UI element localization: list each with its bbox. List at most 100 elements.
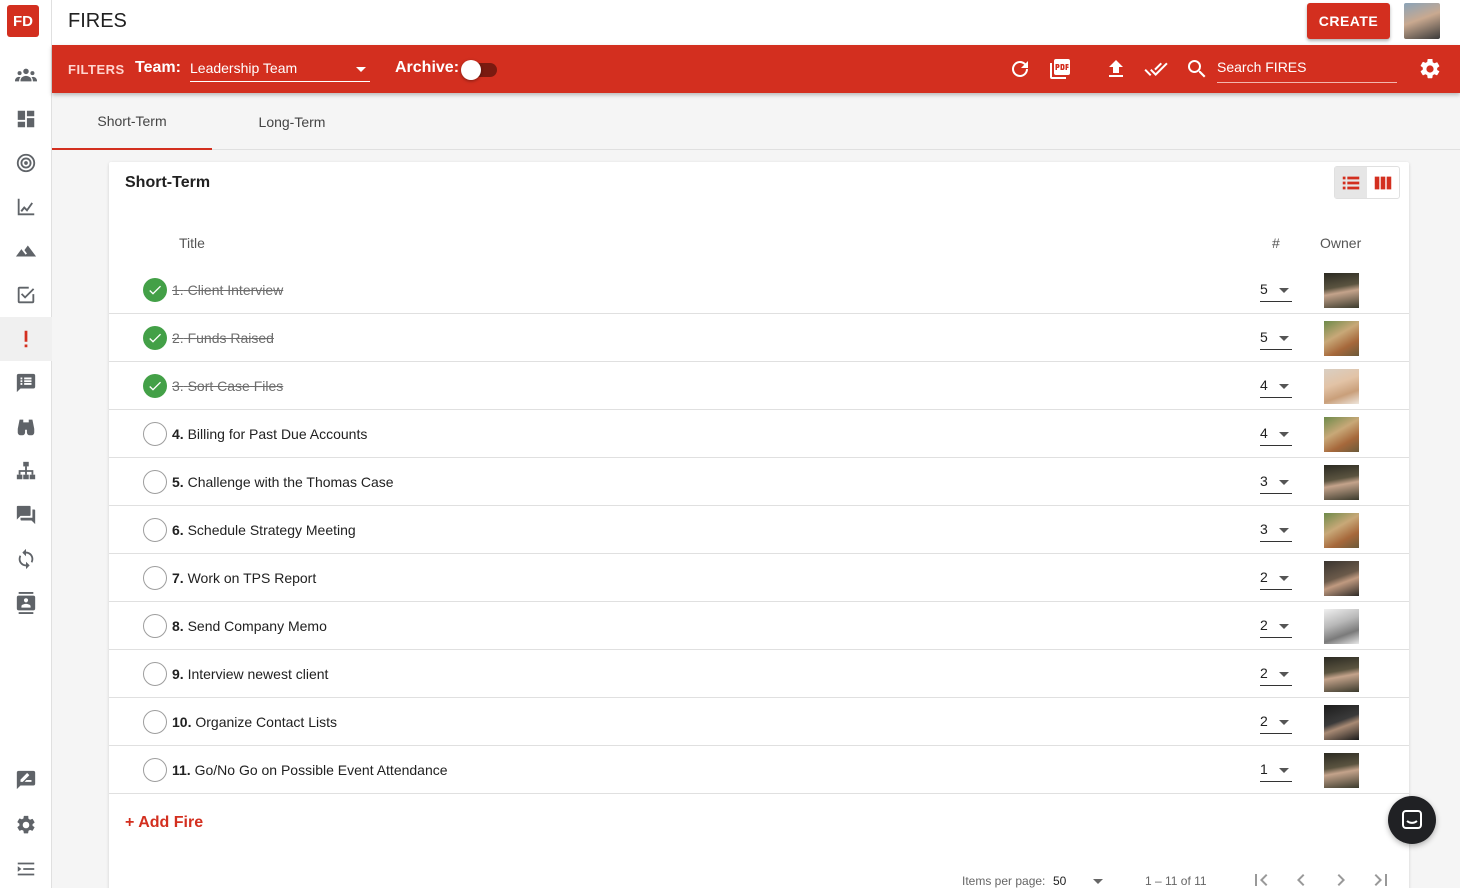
rank-select[interactable]: 4 — [1260, 420, 1292, 446]
owner-avatar[interactable] — [1324, 465, 1359, 500]
search-field[interactable] — [1217, 57, 1397, 83]
sidebar-item-metrics[interactable] — [0, 185, 52, 229]
complete-checkbox[interactable] — [143, 662, 167, 686]
table-row[interactable]: 4. Billing for Past Due Accounts 4 — [109, 410, 1409, 458]
chat-launcher[interactable] — [1388, 796, 1436, 844]
sidebar-item-directory[interactable] — [0, 581, 52, 625]
create-button[interactable]: CREATE — [1307, 3, 1390, 39]
rank-select[interactable]: 3 — [1260, 516, 1292, 542]
mark-all-done-button[interactable] — [1144, 57, 1168, 81]
previous-page-button[interactable] — [1289, 868, 1317, 888]
complete-checkbox[interactable] — [143, 614, 167, 638]
sidebar-item-tasks[interactable] — [0, 273, 52, 317]
refresh-button[interactable] — [1008, 57, 1032, 81]
fire-title[interactable]: 7. Work on TPS Report — [172, 570, 316, 586]
fire-title[interactable]: 5. Challenge with the Thomas Case — [172, 474, 394, 490]
page-size-select[interactable]: 50 — [1053, 870, 1107, 888]
complete-checkbox[interactable] — [143, 710, 167, 734]
rank-select[interactable]: 1 — [1260, 756, 1292, 782]
owner-avatar[interactable] — [1324, 753, 1359, 788]
rank-select[interactable]: 3 — [1260, 468, 1292, 494]
column-header-owner[interactable]: Owner — [1320, 235, 1361, 251]
complete-checkbox[interactable] — [143, 470, 167, 494]
complete-checkbox[interactable] — [143, 518, 167, 542]
complete-checkbox[interactable] — [143, 758, 167, 782]
fire-title[interactable]: 1. Client Interview — [172, 282, 283, 298]
table-row[interactable]: 9. Interview newest client 2 — [109, 650, 1409, 698]
fire-title[interactable]: 4. Billing for Past Due Accounts — [172, 426, 367, 442]
archive-toggle[interactable] — [461, 60, 497, 80]
sidebar-item-settings[interactable] — [0, 803, 52, 847]
owner-avatar[interactable] — [1324, 321, 1359, 356]
rank-select[interactable]: 2 — [1260, 612, 1292, 638]
table-row[interactable]: 1. Client Interview 5 — [109, 266, 1409, 314]
column-view-button[interactable] — [1367, 167, 1399, 198]
pdf-export-button[interactable] — [1048, 57, 1072, 81]
table-row[interactable]: 3. Sort Case Files 4 — [109, 362, 1409, 410]
table-row[interactable]: 7. Work on TPS Report 2 — [109, 554, 1409, 602]
user-avatar[interactable] — [1404, 3, 1440, 39]
owner-avatar[interactable] — [1324, 417, 1359, 452]
fire-title[interactable]: 6. Schedule Strategy Meeting — [172, 522, 356, 538]
table-row[interactable]: 8. Send Company Memo 2 — [109, 602, 1409, 650]
owner-avatar[interactable] — [1324, 513, 1359, 548]
column-header-title[interactable]: Title — [179, 235, 205, 251]
fire-title[interactable]: 10. Organize Contact Lists — [172, 714, 337, 730]
first-page-button[interactable] — [1249, 868, 1277, 888]
sidebar-item-meetings[interactable] — [0, 493, 52, 537]
sidebar-item-vision[interactable] — [0, 229, 52, 273]
sidebar-item-sync[interactable] — [0, 537, 52, 581]
last-page-icon — [1374, 874, 1387, 886]
table-row[interactable]: 2. Funds Raised 5 — [109, 314, 1409, 362]
table-row[interactable]: 6. Schedule Strategy Meeting 3 — [109, 506, 1409, 554]
owner-avatar[interactable] — [1324, 657, 1359, 692]
rank-select[interactable]: 2 — [1260, 564, 1292, 590]
table-row[interactable]: 5. Challenge with the Thomas Case 3 — [109, 458, 1409, 506]
sidebar-item-dashboard[interactable] — [0, 97, 52, 141]
owner-avatar[interactable] — [1324, 705, 1359, 740]
fire-title[interactable]: 3. Sort Case Files — [172, 378, 283, 394]
complete-checkbox[interactable] — [143, 374, 167, 398]
fire-title[interactable]: 8. Send Company Memo — [172, 618, 327, 634]
sidebar-item-feedback[interactable] — [0, 758, 52, 802]
sidebar-item-fires[interactable] — [0, 317, 52, 361]
sidebar-collapse[interactable] — [0, 847, 52, 888]
sidebar-item-notes[interactable] — [0, 361, 52, 405]
fire-title[interactable]: 2. Funds Raised — [172, 330, 274, 346]
owner-avatar[interactable] — [1324, 273, 1359, 308]
settings-button[interactable] — [1418, 57, 1442, 81]
owner-avatar[interactable] — [1324, 561, 1359, 596]
complete-checkbox[interactable] — [143, 422, 167, 446]
tab-long-term[interactable]: Long-Term — [212, 93, 372, 150]
rank-select[interactable]: 5 — [1260, 276, 1292, 302]
rank-select[interactable]: 2 — [1260, 660, 1292, 686]
column-header-rank[interactable]: # — [1272, 235, 1280, 251]
team-select[interactable]: Leadership Team — [190, 58, 370, 82]
search-input[interactable] — [1217, 59, 1397, 75]
fire-title[interactable]: 11. Go/No Go on Possible Event Attendanc… — [172, 762, 448, 778]
owner-avatar[interactable] — [1324, 609, 1359, 644]
fire-number: 9. — [172, 666, 184, 682]
complete-checkbox[interactable] — [143, 566, 167, 590]
owner-avatar[interactable] — [1324, 369, 1359, 404]
upload-button[interactable] — [1104, 57, 1128, 81]
table-row[interactable]: 10. Organize Contact Lists 2 — [109, 698, 1409, 746]
tab-short-term[interactable]: Short-Term — [52, 93, 212, 150]
sidebar-item-issues[interactable] — [0, 405, 52, 449]
next-page-button[interactable] — [1329, 868, 1357, 888]
rank-select[interactable]: 4 — [1260, 372, 1292, 398]
rank-select[interactable]: 5 — [1260, 324, 1292, 350]
complete-checkbox[interactable] — [143, 326, 167, 350]
filters-label[interactable]: FILTERS — [68, 62, 125, 77]
sidebar-item-people[interactable] — [0, 53, 52, 97]
table-row[interactable]: 11. Go/No Go on Possible Event Attendanc… — [109, 746, 1409, 794]
add-fire-button[interactable]: + Add Fire — [125, 814, 203, 832]
fire-title[interactable]: 9. Interview newest client — [172, 666, 328, 682]
complete-checkbox[interactable] — [143, 278, 167, 302]
rank-select[interactable]: 2 — [1260, 708, 1292, 734]
last-page-button[interactable] — [1369, 868, 1397, 888]
sidebar-item-goals[interactable] — [0, 141, 52, 185]
sidebar-item-org-chart[interactable] — [0, 449, 52, 493]
list-view-button[interactable] — [1335, 167, 1367, 198]
app-logo[interactable]: FD — [7, 5, 39, 37]
